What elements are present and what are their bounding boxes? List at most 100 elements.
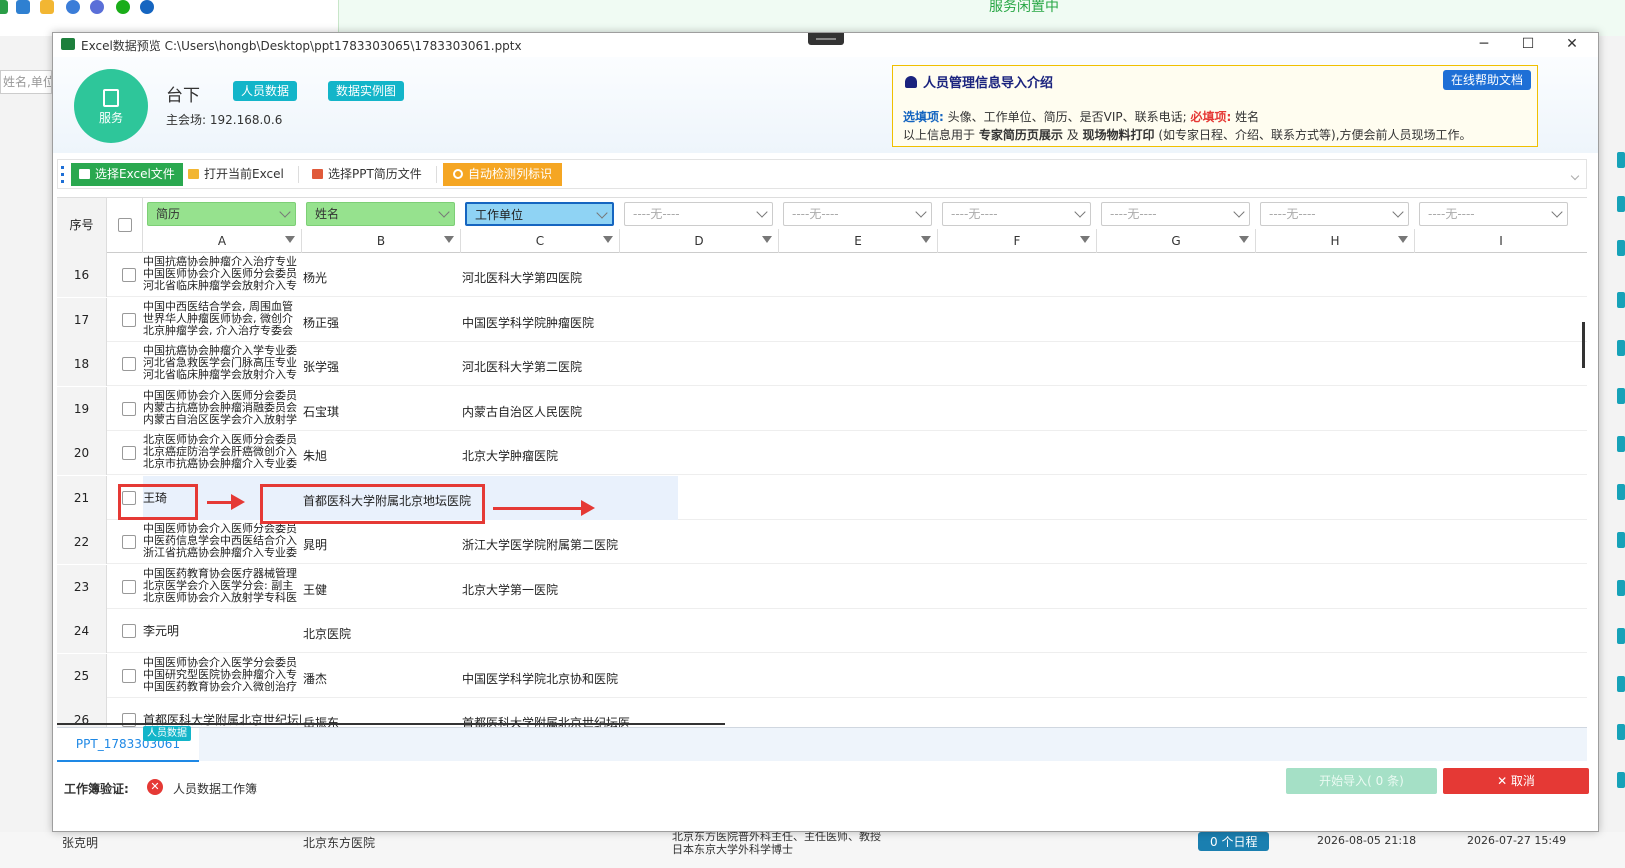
cell-unit[interactable]: 内蒙古自治区人民医院 — [462, 403, 582, 420]
cell-name[interactable]: 王健 — [303, 581, 327, 598]
side-chip[interactable] — [1617, 580, 1625, 596]
drag-handle[interactable] — [808, 33, 844, 45]
select-excel-button[interactable]: 选择Excel文件 — [71, 163, 183, 186]
column-map-select-f[interactable]: ----无---- — [942, 202, 1091, 226]
column-map-select-b[interactable]: 姓名 — [306, 202, 455, 226]
filter-icon[interactable] — [762, 236, 772, 243]
select-ppt-button[interactable]: 选择PPT简历文件 — [304, 163, 430, 186]
column-header-d[interactable]: D — [620, 229, 779, 253]
table-row[interactable]: 18 中国抗癌协会肿瘤介入学专业委 河北省急救医学会门脉高压专业 河北省临床肿瘤学会放… — [57, 342, 1587, 386]
table-row[interactable]: 24 李元明 北京医院 — [57, 609, 1587, 653]
side-chip[interactable] — [1617, 772, 1625, 788]
vertical-scrollbar[interactable] — [1582, 322, 1585, 368]
side-chip[interactable] — [1617, 240, 1625, 256]
column-map-select-h[interactable]: ----无---- — [1260, 202, 1409, 226]
folder-icon[interactable] — [40, 0, 54, 14]
cell-name[interactable]: 北京医院 — [303, 625, 351, 642]
wechat-icon[interactable] — [116, 0, 130, 14]
table-row[interactable]: 16 中国抗癌协会肿瘤介入治疗专业 中国医师协会介入医师分会委员 河北省临床肿瘤学会放… — [57, 253, 1587, 297]
cell-unit[interactable]: 北京大学第一医院 — [462, 581, 558, 598]
cell-resume[interactable]: 中国抗癌协会肿瘤介入治疗专业 中国医师协会介入医师分会委员 河北省临床肿瘤学会放射介… — [143, 253, 301, 297]
column-map-select-c[interactable]: 工作单位 — [465, 202, 614, 226]
cell-name[interactable]: 岳振东 — [303, 714, 339, 727]
side-chip[interactable] — [1617, 436, 1625, 452]
column-header-i[interactable]: I — [1415, 229, 1587, 253]
filter-icon[interactable] — [603, 236, 613, 243]
minimize-button[interactable]: ─ — [1462, 33, 1506, 57]
row-checkbox[interactable] — [122, 624, 136, 638]
table-row[interactable]: 25 中国医师协会介入医学分会委员 中国研究型医院协会肿瘤介入专 中国医药教育协会介入… — [57, 653, 1587, 698]
cancel-button[interactable]: ✕ 取消 — [1443, 768, 1589, 794]
start-import-button[interactable]: 开始导入( 0 条) — [1286, 768, 1437, 794]
side-chip[interactable] — [1617, 676, 1625, 692]
table-row[interactable]: 22 中国医师协会介入医师分会委员 中医药信息学会中西医结合介入 浙江省抗癌协会肿瘤介… — [57, 520, 1587, 564]
table-row[interactable]: 23 中国医药教育协会医疗器械管理 北京医学会介入医学分会: 副主 北京医师协会介入放… — [57, 564, 1587, 609]
column-map-select-e[interactable]: ----无---- — [783, 202, 932, 226]
cell-resume[interactable]: 中国医师协会介入医师分会委员 中医药信息学会中西医结合介入 浙江省抗癌协会肿瘤介入专… — [143, 520, 301, 564]
filter-icon[interactable] — [1398, 236, 1408, 243]
cell-unit[interactable]: 首都医科大学附属北京世纪坛医 — [462, 714, 630, 727]
column-header-f[interactable]: F — [938, 229, 1097, 253]
horizontal-scrollbar[interactable] — [57, 723, 725, 725]
filter-icon[interactable] — [1239, 236, 1249, 243]
column-header-a[interactable]: A — [143, 229, 302, 253]
cell-unit[interactable]: 浙江大学医学院附属第二医院 — [462, 536, 618, 553]
column-header-b[interactable]: B — [302, 229, 461, 253]
app-icon[interactable] — [0, 0, 8, 14]
table-row[interactable]: 17 中国中西医结合学会, 周围血管 世界华人肿瘤医师协会, 微创介 北京肿瘤学会, … — [57, 297, 1587, 342]
table-row[interactable]: 20 北京医师协会介入医师分会委员 北京癌症防治学会肝癌微创介入 北京市抗癌协会肿瘤介… — [57, 431, 1587, 475]
side-chip[interactable] — [1617, 724, 1625, 740]
column-map-select-g[interactable]: ----无---- — [1101, 202, 1250, 226]
select-all-checkbox[interactable] — [118, 218, 132, 232]
column-header-h[interactable]: H — [1256, 229, 1415, 253]
cell-name[interactable]: 晁明 — [303, 536, 327, 553]
cell-unit[interactable]: 中国医学科学院肿瘤医院 — [462, 314, 594, 331]
bg-row-schedule-badge[interactable]: 0 个日程 — [1198, 832, 1270, 851]
cell-resume[interactable]: 中国医师协会介入医学分会委员 中国研究型医院协会肿瘤介入专 中国医药教育协会介入微创… — [143, 654, 301, 698]
title-bar[interactable]: Excel数据预览 C:\Users\hongb\Desktop\ppt1783… — [53, 33, 1598, 57]
filter-icon[interactable] — [285, 236, 295, 243]
column-map-select-a[interactable]: 简历 — [147, 202, 296, 226]
data-example-tag[interactable]: 数据实例图 — [328, 81, 405, 101]
cell-name[interactable]: 杨正强 — [303, 314, 339, 331]
cell-resume[interactable]: 李元明 — [143, 609, 301, 653]
computer-icon[interactable] — [16, 0, 30, 14]
column-map-select-i[interactable]: ----无---- — [1419, 202, 1568, 226]
column-header-c[interactable]: C — [461, 229, 620, 253]
side-chip[interactable] — [1617, 484, 1625, 500]
row-checkbox[interactable] — [122, 579, 136, 594]
row-checkbox[interactable] — [122, 357, 136, 371]
table-row[interactable]: 19 中国医师协会介入医师分会委员 内蒙古抗癌协会肿瘤消融委员会 内蒙古自治区医学会介… — [57, 386, 1587, 431]
cell-name[interactable]: 石宝琪 — [303, 403, 339, 420]
row-checkbox[interactable] — [122, 312, 136, 327]
side-chip[interactable] — [1617, 152, 1625, 168]
row-checkbox[interactable] — [122, 446, 136, 460]
cell-resume[interactable]: 北京医师协会介入医师分会委员 北京癌症防治学会肝癌微创介入 北京市抗癌协会肿瘤介入专… — [143, 431, 301, 475]
cell-unit[interactable]: 河北医科大学第二医院 — [462, 358, 582, 375]
cell-name[interactable]: 潘杰 — [303, 670, 327, 687]
close-button[interactable]: ✕ — [1550, 33, 1594, 57]
toolbar-grip-icon[interactable] — [61, 166, 64, 183]
toolbar-collapse-icon[interactable] — [1570, 171, 1580, 181]
side-chip[interactable] — [1617, 292, 1625, 308]
row-checkbox[interactable] — [122, 535, 136, 549]
cell-name[interactable]: 杨光 — [303, 269, 327, 286]
side-chip[interactable] — [1617, 196, 1625, 212]
online-help-button[interactable]: 在线帮助文档 — [1442, 70, 1531, 90]
column-header-g[interactable]: G — [1097, 229, 1256, 253]
side-chip[interactable] — [1617, 628, 1625, 644]
cell-resume[interactable]: 中国抗癌协会肿瘤介入学专业委 河北省急救医学会门脉高压专业 河北省临床肿瘤学会放射介… — [143, 342, 301, 386]
side-chip[interactable] — [1617, 532, 1625, 548]
globe-icon[interactable] — [90, 0, 104, 14]
filter-icon[interactable] — [1080, 236, 1090, 243]
browser-icon[interactable] — [140, 0, 154, 14]
background-bottom-row[interactable]: 张克明 北京东方医院 北京东方医院普外科主任、主任医师、教授 日本东京大学外科学… — [0, 830, 1625, 868]
cell-name[interactable]: 张学强 — [303, 358, 339, 375]
cell-name[interactable]: 朱旭 — [303, 447, 327, 464]
row-checkbox[interactable] — [122, 268, 136, 282]
people-data-tag[interactable]: 人员数据 — [233, 81, 298, 101]
cell-unit[interactable]: 河北医科大学第四医院 — [462, 269, 582, 286]
auto-detect-button[interactable]: 自动检测列标识 — [443, 163, 563, 186]
filter-icon[interactable] — [444, 236, 454, 243]
column-header-e[interactable]: E — [779, 229, 938, 253]
